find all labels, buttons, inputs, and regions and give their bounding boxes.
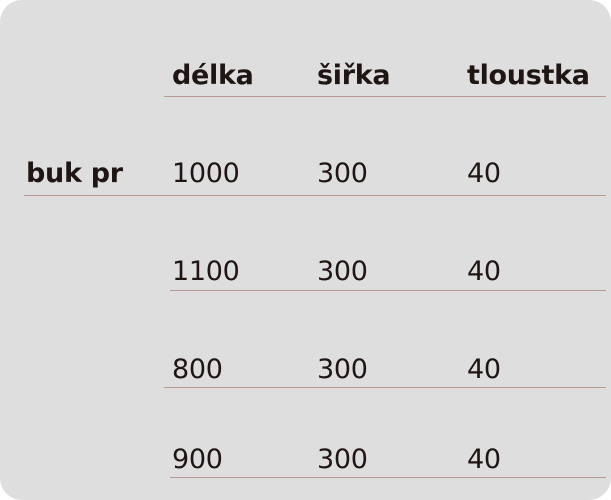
column-header-sirka: šiřka xyxy=(317,60,391,91)
row-label: buk pr xyxy=(26,158,123,189)
table-cell: 40 xyxy=(467,354,501,385)
table-cell: 1100 xyxy=(172,256,240,287)
table-cell: 300 xyxy=(317,444,368,475)
table-cell: 40 xyxy=(467,256,501,287)
table-cell: 300 xyxy=(317,158,368,189)
table-cell: 1000 xyxy=(172,158,240,189)
row-divider xyxy=(24,195,606,196)
column-header-delka: délka xyxy=(172,60,254,91)
row-divider xyxy=(170,290,606,291)
column-header-tloustka: tloustka xyxy=(467,60,590,91)
row-divider xyxy=(170,477,606,478)
header-divider xyxy=(164,96,606,97)
table-cell: 300 xyxy=(317,256,368,287)
table-cell: 40 xyxy=(467,444,501,475)
row-divider xyxy=(164,387,606,388)
table-cell: 300 xyxy=(317,354,368,385)
table-cell: 800 xyxy=(172,354,223,385)
table-cell: 900 xyxy=(172,444,223,475)
dimensions-table: délka šiřka tloustka buk pr 1000 300 40 … xyxy=(0,0,611,500)
table-cell: 40 xyxy=(467,158,501,189)
